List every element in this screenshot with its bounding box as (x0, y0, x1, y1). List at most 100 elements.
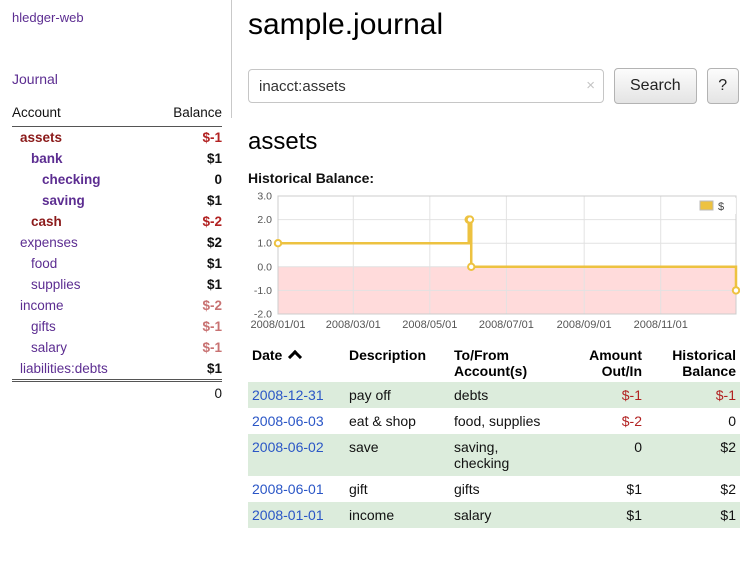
account-balance: $1 (151, 148, 222, 169)
transaction-accounts: debts (450, 382, 560, 408)
account-balance: $-1 (151, 316, 222, 337)
help-button[interactable]: ? (707, 68, 739, 104)
page-title: sample.journal (248, 8, 742, 42)
account-balance: $-2 (151, 295, 222, 316)
account-link[interactable]: checking (42, 172, 101, 187)
accounts-header-balance: Balance (151, 103, 222, 127)
register-table: Date Description To/From Account(s) Amou… (248, 344, 740, 528)
register-header-date[interactable]: Date (248, 344, 345, 382)
svg-text:2008/05/01: 2008/05/01 (402, 319, 457, 331)
account-link[interactable]: saving (42, 193, 85, 208)
search-bar: × Search ? (248, 68, 742, 104)
register-header-balance: Historical Balance (646, 344, 740, 382)
account-balance: $-2 (151, 211, 222, 232)
transaction-date-link[interactable]: 2008-06-02 (252, 439, 324, 455)
account-balance: $1 (151, 358, 222, 381)
svg-text:-1.0: -1.0 (254, 285, 272, 297)
search-button[interactable]: Search (614, 68, 697, 104)
account-balance: $1 (151, 274, 222, 295)
account-link[interactable]: expenses (20, 235, 78, 250)
account-row: expenses $2 (12, 232, 222, 253)
account-row: income $-2 (12, 295, 222, 316)
svg-text:0.0: 0.0 (257, 261, 272, 273)
account-row: gifts $-1 (12, 316, 222, 337)
transaction-accounts: salary (450, 502, 560, 528)
accounts-total: 0 (151, 381, 222, 405)
transaction-description: pay off (345, 382, 450, 408)
data-point-marker (733, 287, 739, 293)
transaction-description: income (345, 502, 450, 528)
transaction-accounts: saving, checking (450, 434, 560, 476)
register-row: 2008-01-01incomesalary$1$1 (248, 502, 740, 528)
transaction-accounts: gifts (450, 476, 560, 502)
transaction-date-link[interactable]: 2008-06-03 (252, 413, 324, 429)
account-row: supplies $1 (12, 274, 222, 295)
accounts-header-account: Account (12, 103, 151, 127)
account-link[interactable]: liabilities:debts (20, 361, 108, 376)
svg-text:2008/01/01: 2008/01/01 (250, 319, 305, 331)
account-balance: $1 (151, 253, 222, 274)
transaction-date-link[interactable]: 2008-06-01 (252, 481, 324, 497)
register-header-amount: Amount Out/In (560, 344, 646, 382)
account-row: liabilities:debts $1 (12, 358, 222, 381)
account-balance: 0 (151, 169, 222, 190)
data-point-marker (467, 216, 473, 222)
transaction-description: gift (345, 476, 450, 502)
transaction-accounts: food, supplies (450, 408, 560, 434)
transaction-amount: 0 (560, 434, 646, 476)
transaction-date-link[interactable]: 2008-12-31 (252, 387, 324, 403)
account-link[interactable]: food (31, 256, 57, 271)
transaction-date-link[interactable]: 2008-01-01 (252, 507, 324, 523)
account-row: checking 0 (12, 169, 222, 190)
account-link[interactable]: salary (31, 340, 67, 355)
transaction-amount: $1 (560, 476, 646, 502)
app-title-link[interactable]: hledger-web (12, 10, 232, 25)
account-link[interactable]: supplies (31, 277, 81, 292)
data-point-marker (275, 240, 281, 246)
transaction-description: save (345, 434, 450, 476)
accounts-table: Account Balance assets $-1 bank $1 checking 0… (12, 103, 222, 404)
account-link[interactable]: cash (31, 214, 62, 229)
transaction-balance: 0 (646, 408, 740, 434)
transaction-balance: $2 (646, 476, 740, 502)
account-balance: $-1 (151, 337, 222, 358)
account-row: food $1 (12, 253, 222, 274)
svg-text:2008/09/01: 2008/09/01 (557, 319, 612, 331)
sidebar-item-journal[interactable]: Journal (12, 71, 232, 87)
account-link[interactable]: income (20, 298, 64, 313)
search-input[interactable] (248, 69, 604, 103)
balance-chart[interactable]: $3.02.01.00.0-1.0-2.02008/01/012008/03/0… (248, 190, 740, 334)
account-row: cash $-2 (12, 211, 222, 232)
account-balance: $1 (151, 190, 222, 211)
accounts-body: assets$-1bank$1checking0saving$1cash$-2e… (12, 127, 222, 381)
account-balance: $2 (151, 232, 222, 253)
account-row: salary $-1 (12, 337, 222, 358)
register-row: 2008-06-02savesaving, checking0$2 (248, 434, 740, 476)
svg-text:2008/11/01: 2008/11/01 (634, 319, 688, 331)
register-header-accounts: To/From Account(s) (450, 344, 560, 382)
sort-ascending-icon (288, 350, 302, 364)
register-row: 2008-06-01 giftgifts$1$2 (248, 476, 740, 502)
accounts-total-row: 0 (12, 381, 222, 405)
account-balance: $-1 (151, 127, 222, 149)
transaction-amount: $-2 (560, 408, 646, 434)
account-link[interactable]: bank (31, 151, 63, 166)
register-header-date-label: Date (252, 347, 282, 363)
transaction-balance: $1 (646, 502, 740, 528)
svg-text:2008/07/01: 2008/07/01 (479, 319, 534, 331)
transaction-amount: $-1 (560, 382, 646, 408)
register-body: 2008-12-31pay offdebts$-1$-12008-06-03ea… (248, 382, 740, 528)
account-link[interactable]: assets (20, 130, 62, 145)
chart-svg: $3.02.01.00.0-1.0-2.02008/01/012008/03/0… (248, 190, 740, 334)
main-content: sample.journal × Search ? assets Histori… (248, 0, 742, 528)
transaction-description: eat & shop (345, 408, 450, 434)
svg-text:2.0: 2.0 (257, 214, 272, 226)
account-link[interactable]: gifts (31, 319, 56, 334)
transaction-balance: $-1 (646, 382, 740, 408)
clear-search-icon[interactable]: × (586, 78, 595, 93)
svg-text:2008/03/01: 2008/03/01 (326, 319, 381, 331)
account-row: assets $-1 (12, 127, 222, 149)
register-header-description: Description (345, 344, 450, 382)
register-row: 2008-06-03 eat & shopfood, supplies$-20 (248, 408, 740, 434)
account-heading: assets (248, 128, 742, 156)
